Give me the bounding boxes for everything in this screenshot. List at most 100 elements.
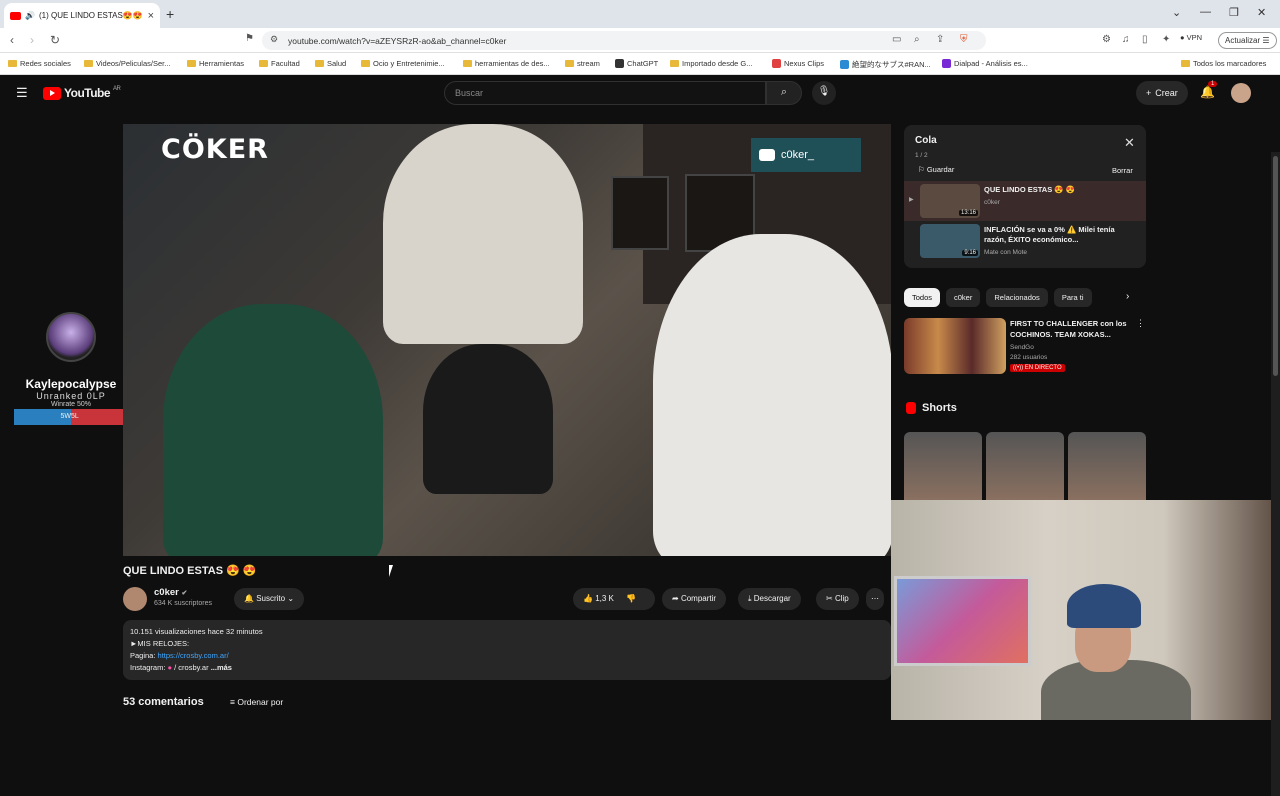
new-tab-button[interactable]: + — [166, 6, 174, 22]
poster — [611, 176, 669, 250]
bookmark-item[interactable]: 絶望的なサブス#RAN... — [840, 59, 931, 70]
bookmark-item[interactable]: Dialpad - Análisis es... — [942, 59, 1028, 68]
short-thumbnail[interactable] — [986, 432, 1064, 500]
chevron-right-icon[interactable]: › — [1126, 291, 1129, 302]
browser-tab[interactable]: 🔊 (1) QUE LINDO ESTAS😍😍 × — [4, 3, 160, 28]
comments-count: 53 comentarios — [123, 696, 204, 708]
chip-related[interactable]: Relacionados — [986, 288, 1048, 307]
cast-icon[interactable]: ▭ — [892, 34, 901, 45]
summoner-name: Kaylepocalypse — [25, 377, 117, 391]
verified-icon: ✔ — [181, 590, 188, 597]
extensions-icon[interactable]: ⚙ — [1102, 34, 1111, 45]
chip-channel[interactable]: c0ker — [946, 288, 981, 307]
clear-queue-button[interactable]: Borrar — [1112, 166, 1133, 175]
subscribed-label: Suscrito — [256, 594, 286, 603]
restore-button[interactable]: ❐ — [1229, 6, 1239, 19]
clip-button[interactable]: ✂ Clip — [816, 588, 859, 610]
wallet-icon[interactable]: ✦ — [1162, 34, 1170, 45]
bookmark-item[interactable]: Herramientas — [187, 59, 244, 68]
voice-search-button[interactable]: 🎙 — [812, 81, 836, 105]
bookmark-label: ChatGPT — [627, 59, 659, 68]
shorts-header: Shorts — [906, 402, 957, 414]
recommended-thumbnail — [904, 318, 1006, 374]
chip-todos[interactable]: Todos — [904, 288, 941, 307]
back-icon[interactable]: ‹ — [10, 33, 14, 47]
channel-name[interactable]: c0ker ✔ — [154, 587, 187, 598]
share-button[interactable]: ➦ Compartir — [662, 588, 727, 610]
update-button[interactable]: Actualizar ☰ — [1218, 32, 1277, 49]
close-window-button[interactable]: ✕ — [1257, 6, 1266, 19]
download-button[interactable]: ⤓ Descargar — [738, 588, 801, 610]
like-count: 1,3 K — [595, 594, 614, 603]
create-button[interactable]: + Crear — [1136, 81, 1188, 105]
video-title: QUE LINDO ESTAS 😍 😍 — [123, 565, 257, 577]
create-label: Crear — [1155, 88, 1178, 98]
forward-icon[interactable]: › — [30, 33, 34, 47]
duration: 9:16 — [962, 250, 978, 256]
media-icon[interactable]: ♫ — [1122, 34, 1130, 45]
channel-avatar[interactable] — [123, 587, 147, 611]
save-queue-button[interactable]: ⚐ Guardar — [918, 165, 954, 174]
sort-comments-button[interactable]: ≡ Ordenar por — [230, 697, 283, 707]
bookmark-item[interactable]: ChatGPT — [615, 59, 658, 68]
recommended-video[interactable]: FIRST TO CHALLENGER con los COCHINOS. TE… — [904, 318, 1146, 374]
shorts-logo-icon — [906, 402, 916, 414]
subscribed-button[interactable]: 🔔 Suscrito ⌄ — [234, 588, 305, 610]
site-settings-icon[interactable]: ⚙ — [270, 34, 278, 45]
dislike-button[interactable]: 👎 — [626, 594, 636, 603]
description-box[interactable]: 10.151 visualizaciones hace 32 minutos ►… — [123, 620, 891, 680]
menu-icon[interactable]: ☰ — [16, 85, 28, 101]
desc-link[interactable]: https://crosby.com.ar/ — [158, 651, 229, 660]
rank-text: Unranked 0LP — [36, 391, 106, 401]
video-player[interactable]: CÖKER c0ker_ — [123, 124, 891, 556]
bookmark-icon[interactable]: ⚑ — [245, 33, 254, 44]
queue-title: Cola — [915, 135, 937, 146]
bookmark-item[interactable]: herramientas de des... — [463, 59, 550, 68]
short-thumbnail[interactable] — [904, 432, 982, 500]
tab-search-icon[interactable]: ⌄ — [1172, 6, 1181, 19]
search-button[interactable]: ⌕ — [766, 81, 802, 105]
scrollbar-thumb[interactable] — [1273, 156, 1278, 376]
short-thumbnail[interactable] — [1068, 432, 1146, 500]
bookmark-item[interactable]: Redes sociales — [8, 59, 71, 68]
notifications-bell-icon[interactable]: 🔔 — [1200, 85, 1215, 99]
minimize-button[interactable]: — — [1200, 6, 1211, 18]
site-icon — [840, 60, 849, 69]
bookmark-item[interactable]: Facultad — [259, 59, 300, 68]
notification-badge: 1 — [1208, 81, 1218, 87]
chip-for-you[interactable]: Para ti — [1053, 288, 1092, 307]
vpn-button[interactable]: ● VPN — [1180, 33, 1202, 42]
folder-icon — [670, 60, 679, 67]
more-actions-button[interactable]: ⋯ — [866, 588, 884, 610]
youtube-logo[interactable]: YouTube AR — [43, 86, 121, 100]
bookmark-item[interactable]: Salud — [315, 59, 346, 68]
like-button[interactable]: 👍 1,3 K — [583, 594, 614, 603]
queue-item-channel: c0ker — [984, 199, 1000, 206]
sidebar-icon[interactable]: ▯ — [1142, 34, 1148, 45]
sort-icon: ≡ — [230, 697, 235, 707]
queue-item[interactable]: 9:16 INFLACIÓN se va a 0% ⚠️ Milei tenía… — [904, 221, 1146, 261]
bookmark-item[interactable]: Videos/Peliculas/Ser... — [84, 59, 171, 68]
url-bar[interactable]: ⚙ youtube.com/watch?v=aZEYSRzR-ao&ab_cha… — [262, 31, 986, 50]
zoom-icon[interactable]: ⌕ — [914, 34, 920, 45]
close-tab-icon[interactable]: × — [148, 10, 154, 22]
close-queue-icon[interactable]: ✕ — [1124, 135, 1135, 151]
bookmark-item[interactable]: Ocio y Entretenimie... — [361, 59, 445, 68]
show-more-link[interactable]: ...más — [211, 663, 232, 672]
bookmark-item[interactable]: Nexus Clips — [772, 59, 824, 68]
bookmark-item[interactable]: Todos los marcadores — [1181, 59, 1266, 68]
share-icon[interactable]: ⇪ — [936, 34, 944, 45]
scissors-icon: ✂ — [826, 594, 833, 603]
bookmark-item[interactable]: Importado desde G... — [670, 59, 752, 68]
instagram-handle[interactable]: / crosby.ar — [174, 663, 208, 672]
reload-icon[interactable]: ↻ — [50, 33, 60, 47]
bookmark-label: Importado desde G... — [682, 59, 753, 68]
brave-shield-icon[interactable]: ⛨ — [960, 34, 968, 45]
account-avatar[interactable] — [1231, 83, 1251, 103]
search-input[interactable]: Buscar — [444, 81, 766, 105]
bookmark-item[interactable]: stream — [565, 59, 600, 68]
update-label: Actualizar — [1225, 36, 1261, 45]
more-vertical-icon[interactable]: ⋮ — [1136, 318, 1145, 329]
queue-item[interactable]: ▶ 13:16 QUE LINDO ESTAS 😍 😍 c0ker — [904, 181, 1146, 221]
logo-text: YouTube — [64, 86, 111, 100]
